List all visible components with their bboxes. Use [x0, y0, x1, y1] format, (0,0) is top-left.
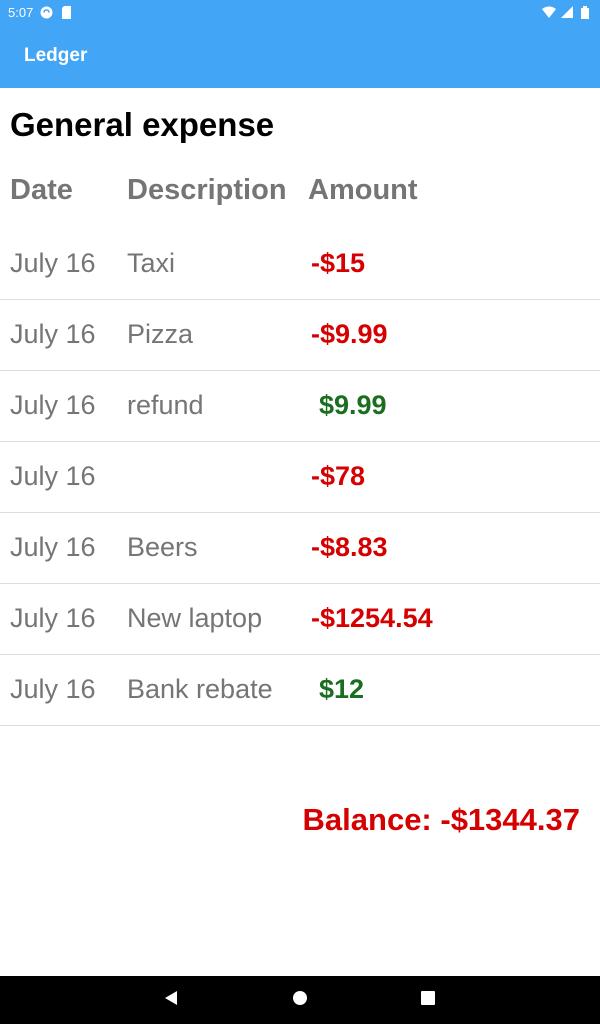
- row-date: July 16: [10, 532, 96, 562]
- row-date: July 16: [10, 319, 96, 349]
- status-right: [542, 5, 592, 19]
- table-row[interactable]: July 16 Beers -$8.83: [0, 513, 600, 584]
- home-icon: [292, 990, 308, 1011]
- recents-icon: [421, 990, 435, 1010]
- wifi-icon: [542, 5, 556, 19]
- table-header: Date Description Amount: [0, 174, 600, 214]
- app-bar: Ledger: [0, 24, 600, 88]
- navigation-bar: [0, 976, 600, 1024]
- row-amount: -$78: [311, 461, 366, 491]
- home-button[interactable]: [276, 976, 324, 1024]
- row-date: July 16: [10, 674, 96, 704]
- header-amount: Amount: [308, 174, 418, 206]
- app-title: Ledger: [24, 45, 88, 66]
- balance-total: Balance: -$1344.37: [302, 802, 580, 837]
- row-amount: -$9.99: [311, 319, 388, 349]
- row-date: July 16: [10, 603, 96, 633]
- status-bar: 5:07: [0, 0, 600, 24]
- table-row[interactable]: July 16 -$78: [0, 442, 600, 513]
- signal-icon: [560, 5, 574, 19]
- transaction-list: July 16 Taxi -$15 July 16 Pizza -$9.99 J…: [0, 229, 600, 726]
- header-date: Date: [10, 174, 73, 206]
- row-description: Pizza: [127, 319, 194, 349]
- status-time: 5:07: [8, 4, 34, 20]
- row-date: July 16: [10, 390, 96, 420]
- sd-card-icon: [59, 5, 73, 19]
- sync-icon: [39, 5, 53, 19]
- row-description: Beers: [127, 532, 198, 562]
- table-row[interactable]: July 16 refund $9.99: [0, 371, 600, 442]
- row-date: July 16: [10, 248, 96, 278]
- header-description: Description: [127, 174, 287, 206]
- table-row[interactable]: July 16 Bank rebate $12: [0, 655, 600, 726]
- table-row[interactable]: July 16 New laptop -$1254.54: [0, 584, 600, 655]
- row-amount: -$1254.54: [311, 603, 433, 633]
- row-description: Bank rebate: [127, 674, 273, 704]
- back-button[interactable]: [147, 976, 195, 1024]
- row-amount: $9.99: [319, 390, 387, 420]
- table-row[interactable]: July 16 Pizza -$9.99: [0, 300, 600, 371]
- row-amount: $12: [319, 674, 365, 704]
- recents-button[interactable]: [404, 976, 452, 1024]
- row-description: refund: [127, 390, 204, 420]
- row-description: New laptop: [127, 603, 263, 633]
- back-icon: [163, 990, 179, 1011]
- row-description: Taxi: [127, 248, 176, 278]
- row-date: July 16: [10, 461, 96, 491]
- table-row[interactable]: July 16 Taxi -$15: [0, 229, 600, 300]
- battery-icon: [578, 5, 592, 19]
- row-amount: -$15: [311, 248, 366, 278]
- status-left: 5:07: [8, 5, 73, 20]
- row-amount: -$8.83: [311, 532, 388, 562]
- page-title: General expense: [10, 106, 275, 143]
